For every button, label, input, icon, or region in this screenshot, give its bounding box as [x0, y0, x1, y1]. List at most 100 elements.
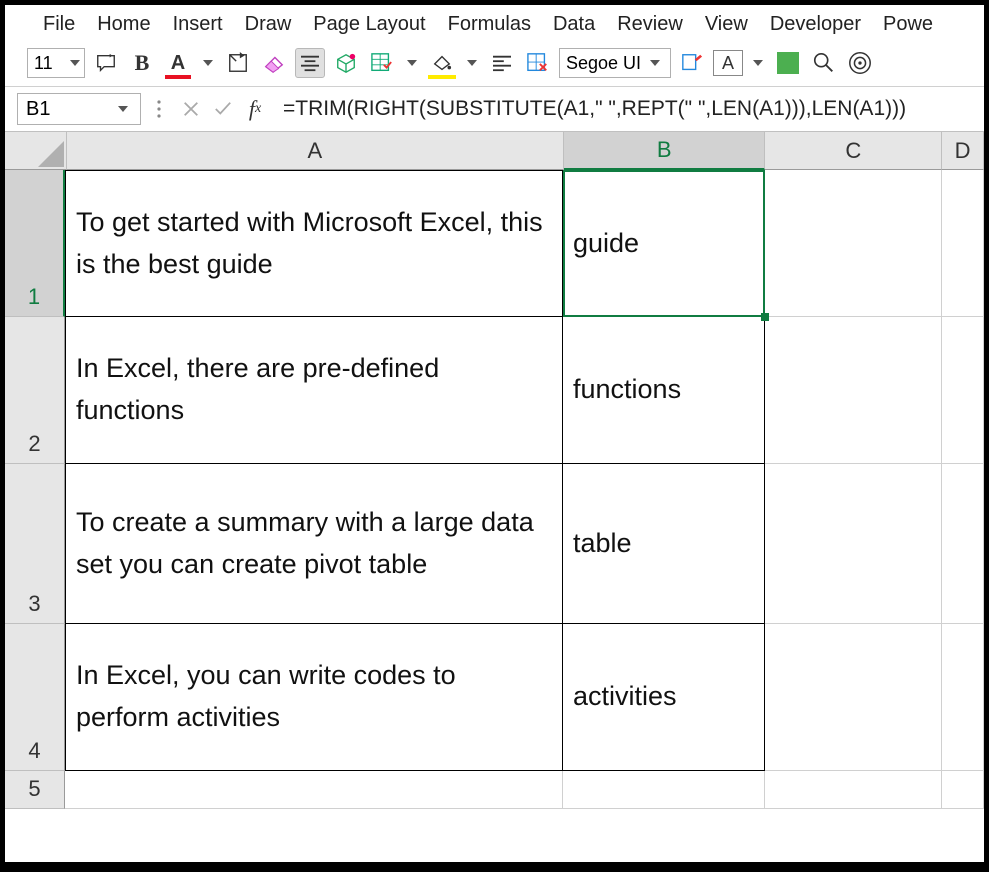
x-icon [182, 100, 200, 118]
font-size-selector[interactable]: 11 [27, 48, 85, 78]
cell-D1[interactable] [942, 170, 984, 317]
menu-power[interactable]: Powe [883, 13, 933, 36]
menu-data[interactable]: Data [553, 13, 595, 36]
name-box[interactable]: B1 [17, 93, 141, 125]
chevron-down-icon [650, 60, 660, 66]
cell-C5[interactable] [765, 771, 942, 809]
cell-D5[interactable] [942, 771, 984, 809]
row-header-3[interactable]: 3 [5, 464, 65, 624]
font-name-selector[interactable]: Segoe UI [559, 48, 671, 78]
fill-color-button[interactable] [427, 48, 457, 78]
grid-body: 1 2 3 4 5 To get started with Microsoft … [5, 170, 984, 809]
chevron-down-icon[interactable] [407, 60, 417, 66]
target-button[interactable] [845, 48, 875, 78]
chevron-down-icon [70, 60, 80, 66]
menu-file[interactable]: File [43, 13, 75, 36]
cell-A5[interactable] [65, 771, 563, 809]
chevron-down-icon[interactable] [467, 60, 477, 66]
row-2: In Excel, there are pre-defined function… [65, 317, 984, 464]
align-center-button[interactable] [295, 48, 325, 78]
insert-function-button[interactable]: fx [241, 93, 269, 125]
chevron-down-icon[interactable] [753, 60, 763, 66]
font-name-value: Segoe UI [566, 53, 641, 74]
magnifier-icon [812, 51, 836, 75]
row-headers: 1 2 3 4 5 [5, 170, 65, 809]
row-3: To create a summary with a large data se… [65, 464, 984, 624]
toolbar: 11 B A [5, 46, 984, 87]
column-header-C[interactable]: C [765, 132, 942, 170]
menu-home[interactable]: Home [97, 13, 150, 36]
formula-bar: B1 fx =TRIM(RIGHT(SUBSTITUTE(A1," ",REPT… [5, 87, 984, 131]
color-swatch[interactable] [773, 48, 803, 78]
column-header-D[interactable]: D [942, 132, 984, 170]
bold-button[interactable]: B [127, 48, 157, 78]
formula-input[interactable]: =TRIM(RIGHT(SUBSTITUTE(A1," ",REPT(" ",L… [273, 93, 984, 125]
border-button[interactable] [223, 48, 253, 78]
row-4: In Excel, you can write codes to perform… [65, 624, 984, 771]
format-cell-label: A [722, 53, 734, 74]
cell-B4[interactable]: activities [563, 624, 765, 771]
note-pen-icon [680, 52, 704, 74]
menu-bar: File Home Insert Draw Page Layout Formul… [5, 5, 984, 46]
cell-C3[interactable] [765, 464, 942, 624]
align-left-button[interactable] [487, 48, 517, 78]
cell-B5[interactable] [563, 771, 765, 809]
formula-accept-button[interactable] [209, 93, 237, 125]
grid-check-icon [370, 52, 394, 74]
paint-bucket-icon [431, 53, 453, 73]
formula-more-button[interactable] [145, 93, 173, 125]
column-header-B[interactable]: B [564, 132, 766, 170]
cell-B2[interactable]: functions [563, 317, 765, 464]
border-icon [227, 52, 249, 74]
align-left-icon [491, 54, 513, 72]
menu-review[interactable]: Review [617, 13, 683, 36]
zoom-button[interactable] [809, 48, 839, 78]
menu-view[interactable]: View [705, 13, 748, 36]
select-all-corner[interactable] [5, 132, 67, 170]
font-color-button[interactable]: A [163, 48, 193, 78]
row-5 [65, 771, 984, 809]
format-cell-button[interactable]: A [713, 50, 743, 76]
comment-icon [95, 52, 117, 74]
cell-C4[interactable] [765, 624, 942, 771]
cell-A2[interactable]: In Excel, there are pre-defined function… [65, 317, 563, 464]
menu-page-layout[interactable]: Page Layout [313, 13, 425, 36]
menu-formulas[interactable]: Formulas [448, 13, 531, 36]
chevron-down-icon[interactable] [203, 60, 213, 66]
formula-cancel-button[interactable] [177, 93, 205, 125]
conditional-format-button[interactable] [367, 48, 397, 78]
row-header-2[interactable]: 2 [5, 317, 65, 464]
clear-formatting-button[interactable] [259, 48, 289, 78]
cell-A4[interactable]: In Excel, you can write codes to perform… [65, 624, 563, 771]
row-header-4[interactable]: 4 [5, 624, 65, 771]
delete-table-button[interactable] [523, 48, 553, 78]
cell-D4[interactable] [942, 624, 984, 771]
cell-D2[interactable] [942, 317, 984, 464]
align-center-icon [299, 54, 321, 72]
ink-edit-button[interactable] [677, 48, 707, 78]
row-header-1[interactable]: 1 [5, 170, 65, 317]
3d-map-button[interactable] [331, 48, 361, 78]
cells-area: To get started with Microsoft Excel, thi… [65, 170, 984, 809]
comment-button[interactable] [91, 48, 121, 78]
cell-C1[interactable] [765, 170, 942, 317]
app-window: File Home Insert Draw Page Layout Formul… [5, 5, 984, 862]
menu-draw[interactable]: Draw [245, 13, 292, 36]
dots-vertical-icon [156, 99, 162, 119]
target-icon [847, 50, 873, 76]
cell-C2[interactable] [765, 317, 942, 464]
cell-A3[interactable]: To create a summary with a large data se… [65, 464, 563, 624]
grid-x-icon [526, 52, 550, 74]
cell-B3[interactable]: table [563, 464, 765, 624]
name-box-value: B1 [26, 98, 50, 121]
cell-D3[interactable] [942, 464, 984, 624]
font-size-value: 11 [28, 53, 66, 74]
menu-developer[interactable]: Developer [770, 13, 861, 36]
chevron-down-icon [118, 106, 128, 112]
menu-insert[interactable]: Insert [173, 13, 223, 36]
row-header-5[interactable]: 5 [5, 771, 65, 809]
cube-icon [334, 52, 358, 74]
cell-B1[interactable]: guide [563, 170, 765, 317]
cell-A1[interactable]: To get started with Microsoft Excel, thi… [65, 170, 563, 317]
column-header-A[interactable]: A [67, 132, 564, 170]
